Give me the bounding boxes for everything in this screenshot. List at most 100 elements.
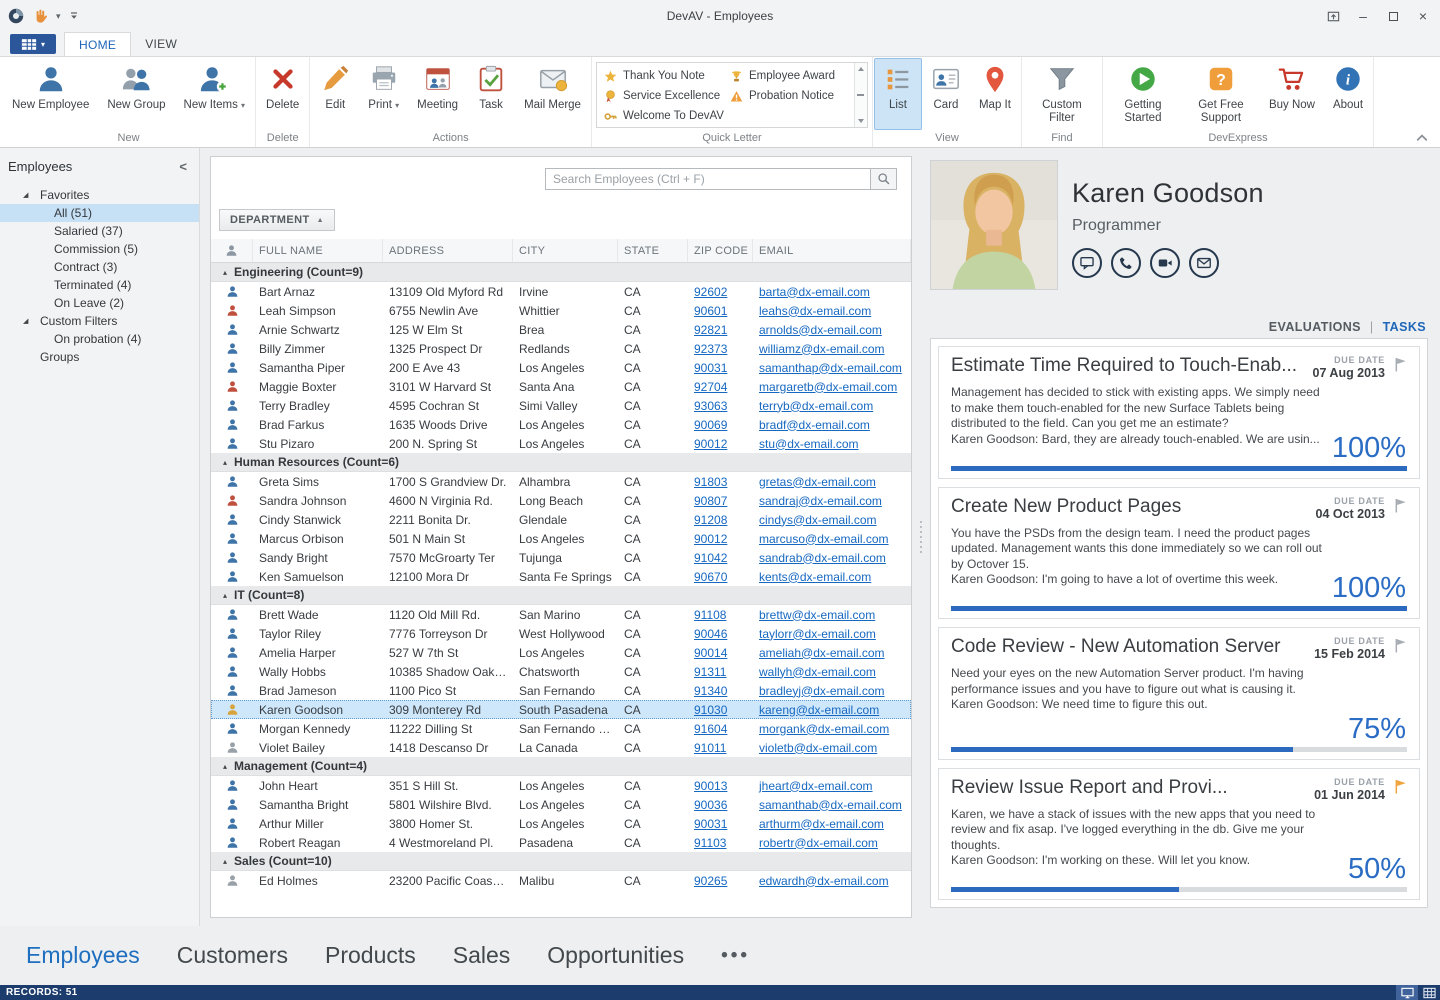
employee-row-terry-bradley[interactable]: Terry Bradley4595 Cochran StSimi ValleyC… <box>211 396 911 415</box>
email-link[interactable]: bradf@dx-email.com <box>759 418 870 432</box>
zip-link[interactable]: 90014 <box>694 646 727 660</box>
sidebar-item-terminated-4[interactable]: Terminated (4) <box>0 276 199 294</box>
zip-link[interactable]: 90031 <box>694 817 727 831</box>
collapse-group-icon[interactable]: ▴ <box>223 458 227 467</box>
employee-row-leah-simpson[interactable]: Leah Simpson6755 Newlin AveWhittierCA906… <box>211 301 911 320</box>
email-link[interactable]: arthurm@dx-email.com <box>759 817 884 831</box>
email-link[interactable]: samanthab@dx-email.com <box>759 798 902 812</box>
column-header-address[interactable]: ADDRESS <box>383 239 513 262</box>
employee-row-ken-samuelson[interactable]: Ken Samuelson12100 Mora DrSanta Fe Sprin… <box>211 567 911 586</box>
search-box[interactable] <box>545 168 897 190</box>
employee-row-karen-goodson[interactable]: Karen Goodson309 Monterey RdSouth Pasade… <box>211 700 911 719</box>
mail-merge-button[interactable]: Mail Merge <box>515 58 590 130</box>
email-link[interactable]: brettw@dx-email.com <box>759 608 875 622</box>
zip-link[interactable]: 91030 <box>694 703 727 717</box>
group-row-human-resources-count-6[interactable]: ▴Human Resources (Count=6) <box>211 453 911 472</box>
email-link[interactable]: leahs@dx-email.com <box>759 304 871 318</box>
quick-letter-service-excellence[interactable]: Service Excellence <box>604 87 730 105</box>
column-header-city[interactable]: CITY <box>513 239 618 262</box>
employee-row-bart-arnaz[interactable]: Bart Arnaz13109 Old Myford RdIrvineCA926… <box>211 282 911 301</box>
task-card-estimate-time-required-to-touch-enab[interactable]: Estimate Time Required to Touch-Enab...D… <box>938 346 1420 479</box>
nav-sales[interactable]: Sales <box>453 942 511 969</box>
zip-link[interactable]: 92373 <box>694 342 727 356</box>
phone-button[interactable] <box>1111 248 1141 278</box>
getting-started-button[interactable]: Getting Started <box>1104 58 1182 130</box>
maximize-button[interactable] <box>1378 4 1408 28</box>
employee-row-marcus-orbison[interactable]: Marcus Orbison501 N Main StLos AngelesCA… <box>211 529 911 548</box>
email-link[interactable]: morgank@dx-email.com <box>759 722 889 736</box>
meeting-button[interactable]: Meeting <box>408 58 467 130</box>
new-group-button[interactable]: New Group <box>98 58 174 130</box>
sidebar-item-salaried-37[interactable]: Salaried (37) <box>0 222 199 240</box>
quick-letter-thank-you-note[interactable]: Thank You Note <box>604 67 730 85</box>
employee-row-wally-hobbs[interactable]: Wally Hobbs10385 Shadow Oak DrChatsworth… <box>211 662 911 681</box>
search-button[interactable] <box>870 169 896 189</box>
app-logo-icon[interactable] <box>8 8 24 24</box>
zip-link[interactable]: 90601 <box>694 304 727 318</box>
edit-button[interactable]: Edit <box>311 58 359 130</box>
employee-row-morgan-kennedy[interactable]: Morgan Kennedy11222 Dilling StSan Fernan… <box>211 719 911 738</box>
expand-node-icon[interactable]: ◢ <box>23 317 28 325</box>
zip-link[interactable]: 92602 <box>694 285 727 299</box>
scroll-up-icon[interactable] <box>858 67 864 71</box>
sidebar-item-commission-5[interactable]: Commission (5) <box>0 240 199 258</box>
card-button[interactable]: Card <box>922 58 970 130</box>
new-employee-button[interactable]: New Employee <box>3 58 98 130</box>
zip-link[interactable]: 90031 <box>694 361 727 375</box>
task-card-code-review-new-automation-server[interactable]: Code Review - New Automation ServerDUE D… <box>938 627 1420 760</box>
column-header-zip-code[interactable]: ZIP CODE <box>688 239 753 262</box>
minimize-button[interactable]: – <box>1348 4 1378 28</box>
sidebar-item-all-51[interactable]: All (51) <box>0 204 199 222</box>
task-button[interactable]: Task <box>467 58 515 130</box>
sidebar-item-on-probation-4[interactable]: On probation (4) <box>0 330 199 348</box>
quick-letter-probation-notice[interactable]: Probation Notice <box>730 87 856 105</box>
employee-row-maggie-boxter[interactable]: Maggie Boxter3101 W Harvard StSanta AnaC… <box>211 377 911 396</box>
email-link[interactable]: arnolds@dx-email.com <box>759 323 882 337</box>
zip-link[interactable]: 90036 <box>694 798 727 812</box>
nav-employees[interactable]: Employees <box>26 942 140 969</box>
collapse-group-icon[interactable]: ▴ <box>223 762 227 771</box>
about-button[interactable]: iAbout <box>1324 58 1372 130</box>
employee-row-brad-jameson[interactable]: Brad Jameson1100 Pico StSan FernandoCA91… <box>211 681 911 700</box>
zip-link[interactable]: 91803 <box>694 475 727 489</box>
email-link[interactable]: kents@dx-email.com <box>759 570 871 584</box>
zip-link[interactable]: 93063 <box>694 399 727 413</box>
email-link[interactable]: jheart@dx-email.com <box>759 779 873 793</box>
list-button[interactable]: List <box>874 58 922 130</box>
column-header-state[interactable]: STATE <box>618 239 688 262</box>
nav-products[interactable]: Products <box>325 942 416 969</box>
employee-row-arthur-miller[interactable]: Arthur Miller3800 Homer St.Los AngelesCA… <box>211 814 911 833</box>
employee-row-billy-zimmer[interactable]: Billy Zimmer1325 Prospect DrRedlandsCA92… <box>211 339 911 358</box>
employee-row-brett-wade[interactable]: Brett Wade1120 Old Mill Rd.San MarinoCA9… <box>211 605 911 624</box>
search-input[interactable] <box>546 169 870 189</box>
email-link[interactable]: margaretb@dx-email.com <box>759 380 897 394</box>
email-link[interactable]: violetb@dx-email.com <box>759 741 877 755</box>
status-grid-button[interactable] <box>1418 985 1440 1000</box>
employee-row-john-heart[interactable]: John Heart351 S Hill St.Los AngelesCA900… <box>211 776 911 795</box>
nav-customers[interactable]: Customers <box>177 942 288 969</box>
employee-row-arnie-schwartz[interactable]: Arnie Schwartz125 W Elm StBreaCA92821arn… <box>211 320 911 339</box>
employee-row-samantha-bright[interactable]: Samantha Bright5801 Wilshire Blvd.Los An… <box>211 795 911 814</box>
column-header-full-name[interactable]: FULL NAME <box>253 239 383 262</box>
tab-tasks[interactable]: TASKS <box>1383 320 1426 334</box>
employee-row-amelia-harper[interactable]: Amelia Harper527 W 7th StLos AngelesCA90… <box>211 643 911 662</box>
zip-link[interactable]: 90013 <box>694 779 727 793</box>
task-card-create-new-product-pages[interactable]: Create New Product PagesDUE DATE04 Oct 2… <box>938 487 1420 620</box>
zip-link[interactable]: 90807 <box>694 494 727 508</box>
nav-more-icon[interactable]: ••• <box>721 945 750 967</box>
zip-link[interactable]: 91604 <box>694 722 727 736</box>
employee-row-brad-farkus[interactable]: Brad Farkus1635 Woods DriveLos AngelesCA… <box>211 415 911 434</box>
zip-link[interactable]: 91011 <box>694 741 726 755</box>
group-row-management-count-4[interactable]: ▴Management (Count=4) <box>211 757 911 776</box>
buy-now-button[interactable]: Buy Now <box>1260 58 1324 130</box>
zip-link[interactable]: 91340 <box>694 684 727 698</box>
map-it-button[interactable]: Map It <box>970 58 1020 130</box>
email-link[interactable]: stu@dx-email.com <box>759 437 859 451</box>
group-row-engineering-count-9[interactable]: ▴Engineering (Count=9) <box>211 263 911 282</box>
print-button[interactable]: Print ▾ <box>359 58 408 130</box>
close-button[interactable]: × <box>1408 4 1438 28</box>
expand-node-icon[interactable]: ◢ <box>23 191 28 199</box>
email-link[interactable]: taylorr@dx-email.com <box>759 627 876 641</box>
employee-row-stu-pizaro[interactable]: Stu Pizaro200 N. Spring StLos AngelesCA9… <box>211 434 911 453</box>
quick-letter-welcome-to-devav[interactable]: Welcome To DevAV <box>604 107 730 125</box>
